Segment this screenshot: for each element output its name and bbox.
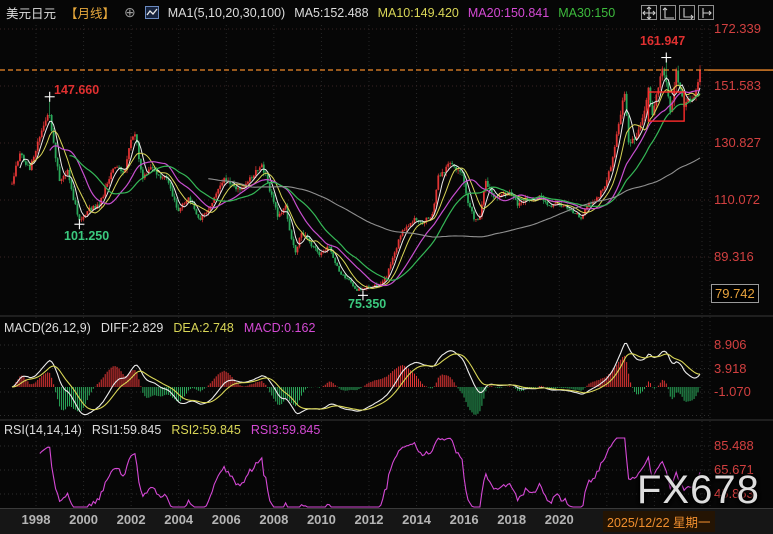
axis-label: 89.316 (714, 249, 754, 264)
ma10-value: MA10:149.420 (378, 6, 459, 20)
scale-vertical-button[interactable] (660, 5, 676, 20)
axis-label: 8.906 (714, 337, 747, 352)
macd-diff-value: DIFF:2.829 (101, 321, 164, 335)
rsi2-value: RSI2:59.845 (171, 423, 241, 437)
symbol-title: 美元日元 (6, 3, 56, 22)
price-chart[interactable] (0, 0, 773, 534)
chart-style-icon[interactable] (145, 6, 159, 19)
year-tick-label: 1998 (22, 512, 51, 527)
axis-low-pricebox: 79.742 (711, 284, 759, 303)
scale-vertical-icon (661, 6, 675, 20)
ma-settings-label: MA1(5,10,20,30,100) (168, 6, 285, 20)
ma5-value: MA5:152.488 (294, 6, 368, 20)
axis-label: 45.853 (714, 486, 754, 501)
shift-right-icon (699, 6, 713, 20)
rsi1-value: RSI1:59.845 (92, 423, 162, 437)
axis-label: 151.583 (714, 78, 761, 93)
axis-label: 85.488 (714, 438, 754, 453)
axis-label: -1.070 (714, 384, 751, 399)
pan-icon (642, 6, 656, 20)
pan-button[interactable] (641, 5, 657, 20)
year-tick-label: 2012 (355, 512, 384, 527)
year-tick-label: 2014 (402, 512, 431, 527)
ma30-value: MA30:150 (558, 6, 615, 20)
annotation-low-2000: 101.250 (64, 229, 109, 243)
year-tick-label: 2020 (545, 512, 574, 527)
year-tick-label: 2006 (212, 512, 241, 527)
axis-label: 130.827 (714, 135, 761, 150)
year-tick-label: 2004 (164, 512, 193, 527)
time-axis[interactable]: 2025/12/22 星期一 1998 2000 2002 2004 2006 2008 2… (0, 508, 773, 534)
year-tick-label: 2002 (117, 512, 146, 527)
timeframe-label: 【月线】 (65, 3, 115, 22)
macd-dea-value: DEA:2.748 (173, 321, 233, 335)
year-tick-label: 2016 (450, 512, 479, 527)
annotation-high-1998: 147.660 (54, 83, 99, 97)
axis-label: 110.072 (714, 192, 760, 207)
ma20-value: MA20:150.841 (468, 6, 549, 20)
add-indicator-icon[interactable]: ⊕ (124, 4, 136, 21)
chart-toolbar (641, 5, 714, 20)
macd-settings-label: MACD(26,12,9) (4, 321, 91, 335)
axis-label: 65.671 (714, 462, 754, 477)
current-date-label: 2025/12/22 星期一 (603, 511, 715, 532)
year-tick-label: 2010 (307, 512, 336, 527)
scale-horizontal-button[interactable] (679, 5, 695, 20)
rsi-settings-label: RSI(14,14,14) (4, 423, 82, 437)
macd-panel-title: MACD(26,12,9) DIFF:2.829 DEA:2.748 MACD:… (4, 321, 315, 335)
year-tick-label: 2008 (259, 512, 288, 527)
rsi3-value: RSI3:59.845 (251, 423, 321, 437)
axis-label: 3.918 (714, 361, 747, 376)
macd-macd-value: MACD:0.162 (244, 321, 316, 335)
rsi-panel-title: RSI(14,14,14) RSI1:59.845 RSI2:59.845 RS… (4, 423, 320, 437)
scale-horizontal-icon (680, 6, 694, 20)
annotation-high-2024: 161.947 (640, 34, 685, 48)
annotation-low-2011: 75.350 (348, 297, 386, 311)
trading-chart-app: 美元日元 【月线】 ⊕ MA1(5,10,20,30,100) MA5:152.… (0, 0, 773, 534)
shift-right-button[interactable] (698, 5, 714, 20)
year-tick-label: 2018 (497, 512, 526, 527)
year-tick-label: 2000 (69, 512, 98, 527)
